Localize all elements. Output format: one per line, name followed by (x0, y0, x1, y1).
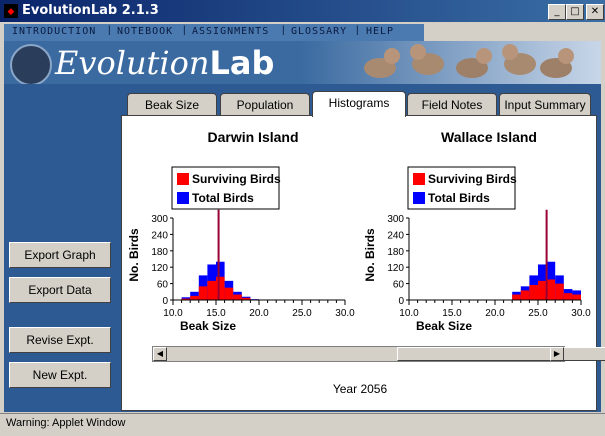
y-tick-label: 240 (151, 230, 168, 241)
bar-surviving-birds (224, 287, 234, 300)
x-axis-label: Beak Size (416, 319, 472, 333)
menu-introduction[interactable]: INTRODUCTION (12, 26, 96, 37)
revise-expt-button[interactable]: Revise Expt. (9, 327, 111, 353)
y-axis-label: No. Birds (363, 228, 377, 282)
bird-5 (540, 48, 574, 78)
x-tick-label: 15.0 (206, 308, 226, 319)
bar-surviving-birds (207, 280, 216, 300)
y-tick-label: 300 (151, 214, 168, 225)
status-text: Warning: Applet Window (6, 417, 126, 429)
minimize-button[interactable]: _ (548, 4, 566, 20)
legend-label-surviving: Surviving Birds (428, 172, 517, 186)
y-tick-label: 180 (151, 247, 168, 258)
x-axis-label: Beak Size (180, 319, 236, 333)
x-tick-label: 30.0 (335, 308, 355, 319)
x-tick-label: 20.0 (485, 308, 505, 319)
x-tick-label: 10.0 (399, 308, 419, 319)
tab-input-summary[interactable]: Input Summary (499, 93, 591, 116)
tab-population[interactable]: Population (220, 93, 310, 116)
logo: EvolutionLab (55, 44, 274, 82)
menu-separator: | (108, 25, 111, 36)
bar-surviving-birds (520, 290, 530, 300)
logo-text-plain: Evolution (55, 44, 210, 82)
legend-label-total: Total Birds (428, 191, 490, 205)
bar-surviving-birds (198, 286, 208, 300)
tab-histograms[interactable]: Histograms (312, 91, 406, 117)
chart-title: Wallace Island (441, 129, 537, 145)
year-label: Year 2056 (332, 382, 388, 396)
legend-swatch-surviving (177, 173, 189, 185)
menu-separator: | (183, 25, 186, 36)
bar-surviving-birds (563, 293, 573, 300)
x-tick-label: 10.0 (163, 308, 183, 319)
bird-3 (456, 48, 492, 78)
bar-surviving-birds (572, 294, 581, 300)
y-tick-label: 60 (393, 280, 405, 291)
bird-illustration (364, 44, 574, 78)
darwin-histogram: Darwin Island Surviving Birds Total Birds 0… (127, 129, 355, 333)
maximize-button[interactable]: □ (566, 4, 584, 20)
x-tick-label: 15.0 (442, 308, 462, 319)
bird-2 (410, 44, 444, 75)
app-icon[interactable]: ◆ (4, 4, 18, 18)
menu-help[interactable]: HELP (366, 26, 394, 37)
x-tick-label: 25.0 (292, 308, 312, 319)
menu-notebook[interactable]: NOTEBOOK (117, 26, 173, 37)
legend-swatch-total (177, 192, 189, 204)
export-data-button[interactable]: Export Data (9, 277, 111, 303)
y-axis-label: No. Birds (127, 228, 141, 282)
menu-glossary[interactable]: GLOSSARY (291, 26, 347, 37)
scroll-thumb[interactable] (397, 347, 605, 361)
bird-4 (502, 44, 536, 75)
x-tick-label: 25.0 (528, 308, 548, 319)
bar-surviving-birds (529, 284, 538, 300)
bird-1 (364, 48, 400, 78)
menu-assignments[interactable]: ASSIGNMENTS (192, 26, 269, 37)
y-tick-label: 0 (398, 296, 404, 307)
tab-field-notes[interactable]: Field Notes (407, 93, 497, 116)
menu-separator: | (356, 25, 359, 36)
menu-separator: | (282, 25, 285, 36)
bar-surviving-birds (512, 294, 521, 300)
x-tick-label: 30.0 (571, 308, 591, 319)
scroll-left-arrow[interactable]: ◀ (153, 347, 167, 361)
legend-label-surviving: Surviving Birds (192, 172, 281, 186)
legend-swatch-surviving (413, 173, 425, 185)
bar-surviving-birds (190, 295, 199, 300)
y-tick-label: 240 (387, 230, 404, 241)
legend-swatch-total (413, 192, 425, 204)
bar-surviving-birds (538, 280, 547, 300)
y-tick-label: 120 (151, 263, 168, 274)
y-tick-label: 0 (162, 296, 168, 307)
y-tick-label: 300 (387, 214, 404, 225)
wallace-histogram: Wallace Island Surviving Birds Total Birds… (363, 129, 591, 333)
new-expt-button[interactable]: New Expt. (9, 362, 111, 388)
y-tick-label: 60 (157, 280, 169, 291)
y-tick-label: 120 (387, 263, 404, 274)
logo-text-bold: Lab (209, 44, 275, 82)
bar-surviving-birds (216, 276, 225, 300)
close-button[interactable]: ✕ (586, 4, 604, 20)
tab-beak-size[interactable]: Beak Size (127, 93, 217, 116)
export-graph-button[interactable]: Export Graph (9, 242, 111, 268)
legend-label-total: Total Birds (192, 191, 254, 205)
logo-icon (10, 44, 52, 86)
bar-surviving-birds (233, 294, 242, 300)
y-tick-label: 180 (387, 247, 404, 258)
year-scrollbar[interactable]: ◀ ▶ (152, 346, 605, 362)
bar-surviving-birds (546, 279, 556, 300)
window-title: EvolutionLab 2.1.3 (22, 3, 159, 18)
scroll-right-arrow[interactable]: ▶ (550, 347, 564, 361)
x-tick-label: 20.0 (249, 308, 269, 319)
histograms-panel: Darwin Island Surviving Birds Total Birds 0… (121, 115, 597, 411)
chart-title: Darwin Island (207, 129, 298, 145)
bar-surviving-birds (555, 283, 564, 300)
